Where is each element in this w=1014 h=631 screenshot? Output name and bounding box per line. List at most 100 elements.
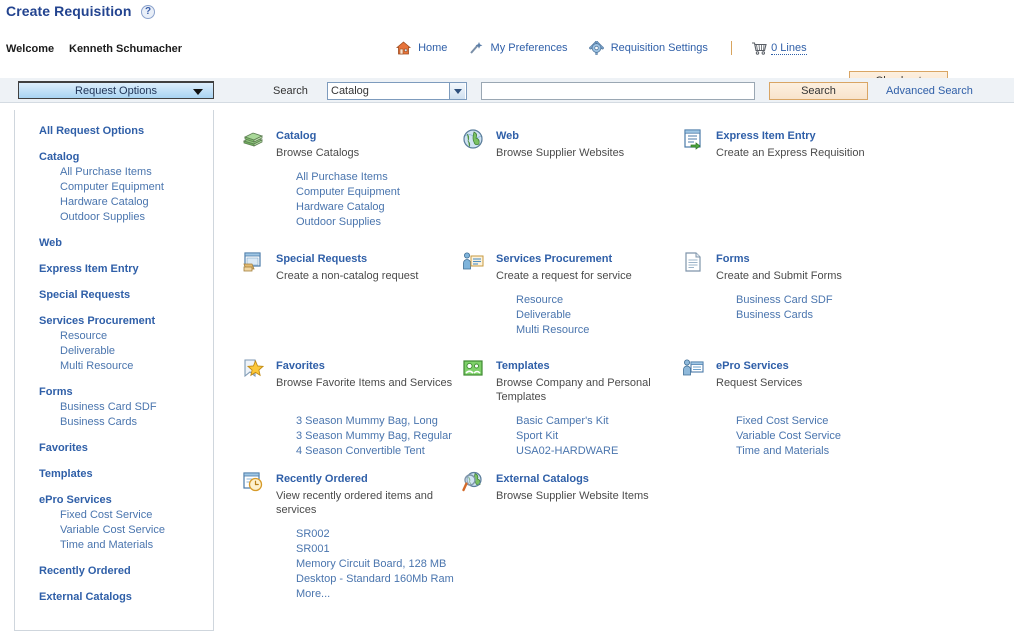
templates-icon	[462, 358, 488, 382]
sidebar-item-external-catalogs[interactable]: External Catalogs	[39, 590, 213, 605]
card-link-outdoor-supplies[interactable]: Outdoor Supplies	[296, 215, 400, 230]
welcome-bar: Welcome Kenneth Schumacher Home My Prefe…	[0, 28, 1014, 74]
welcome-user-name: Kenneth Schumacher	[69, 43, 182, 55]
requisition-settings-label: Requisition Settings	[611, 42, 708, 54]
shopping-cart-link[interactable]: 0 Lines	[751, 41, 807, 55]
sidebar-subitem-fixed-cost-service[interactable]: Fixed Cost Service	[60, 508, 213, 523]
sidebar-subitem-business-card-sdf[interactable]: Business Card SDF	[60, 400, 213, 415]
sidebar-subitem-resource[interactable]: Resource	[60, 329, 213, 344]
sidebar-subitem-computer-equipment[interactable]: Computer Equipment	[60, 180, 213, 195]
chevron-down-icon	[193, 89, 203, 95]
card-title-forms[interactable]: Forms	[716, 253, 750, 265]
sidebar-spacer	[39, 456, 213, 467]
welcome-label: Welcome	[6, 43, 54, 55]
sidebar-group-express-item-entry: Express Item Entry	[39, 262, 213, 277]
card-link-3-season-mummy-bag-long[interactable]: 3 Season Mummy Bag, Long	[296, 414, 452, 429]
sidebar-item-special-requests[interactable]: Special Requests	[39, 288, 213, 303]
sidebar-subitem-multi-resource[interactable]: Multi Resource	[60, 359, 213, 374]
toolbar-divider	[731, 41, 732, 55]
search-button[interactable]: Search	[769, 82, 868, 100]
card-links-services-procurement: ResourceDeliverableMulti Resource	[516, 293, 589, 338]
requisition-settings-link[interactable]: Requisition Settings	[589, 41, 708, 55]
recent-clock-icon	[242, 471, 268, 495]
card-link-business-card-sdf[interactable]: Business Card SDF	[736, 293, 833, 308]
card-link-more-[interactable]: More...	[296, 587, 454, 602]
sidebar-subitem-all-purchase-items[interactable]: All Purchase Items	[60, 165, 213, 180]
sidebar-item-templates[interactable]: Templates	[39, 467, 213, 482]
card-title-express-item-entry[interactable]: Express Item Entry	[716, 130, 816, 142]
home-link-label: Home	[418, 42, 447, 54]
sidebar-item-forms[interactable]: Forms	[39, 385, 213, 400]
sidebar-item-catalog[interactable]: Catalog	[39, 150, 213, 165]
card-title-epro-services[interactable]: ePro Services	[716, 360, 789, 372]
card-link-fixed-cost-service[interactable]: Fixed Cost Service	[736, 414, 841, 429]
sidebar-subitem-deliverable[interactable]: Deliverable	[60, 344, 213, 359]
services-procurement-icon	[462, 251, 488, 275]
sidebar-subitem-time-and-materials[interactable]: Time and Materials	[60, 538, 213, 553]
sidebar-group-web: Web	[39, 236, 213, 251]
sidebar-item-services-procurement[interactable]: Services Procurement	[39, 314, 213, 329]
card-description-recently-ordered: View recently ordered items and services	[276, 489, 466, 517]
request-options-tab[interactable]: Request Options	[18, 81, 214, 99]
advanced-search-link[interactable]: Advanced Search	[886, 85, 973, 97]
card-link-sr002[interactable]: SR002	[296, 527, 454, 542]
sidebar-subitem-hardware-catalog[interactable]: Hardware Catalog	[60, 195, 213, 210]
card-link-usa02-hardware[interactable]: USA02-HARDWARE	[516, 444, 618, 459]
card-link-sport-kit[interactable]: Sport Kit	[516, 429, 618, 444]
sidebar-item-favorites[interactable]: Favorites	[39, 441, 213, 456]
card-description-forms: Create and Submit Forms	[716, 269, 906, 283]
sidebar-spacer	[39, 430, 213, 441]
sidebar-item-epro-services[interactable]: ePro Services	[39, 493, 213, 508]
wand-icon	[468, 41, 483, 55]
card-link-business-cards[interactable]: Business Cards	[736, 308, 833, 323]
card-link-computer-equipment[interactable]: Computer Equipment	[296, 185, 400, 200]
sidebar-group-templates: Templates	[39, 467, 213, 482]
card-link-3-season-mummy-bag-regular[interactable]: 3 Season Mummy Bag, Regular	[296, 429, 452, 444]
card-link-sr001[interactable]: SR001	[296, 542, 454, 557]
card-link-hardware-catalog[interactable]: Hardware Catalog	[296, 200, 400, 215]
card-title-special-requests[interactable]: Special Requests	[276, 253, 367, 265]
sidebar-item-all-request-options[interactable]: All Request Options	[39, 124, 213, 139]
help-icon[interactable]: ?	[141, 5, 155, 19]
card-title-external-catalogs[interactable]: External Catalogs	[496, 473, 589, 485]
card-links-forms: Business Card SDFBusiness Cards	[736, 293, 833, 323]
card-description-epro-services: Request Services	[716, 376, 906, 390]
card-title-recently-ordered[interactable]: Recently Ordered	[276, 473, 368, 485]
sidebar-group-forms: FormsBusiness Card SDFBusiness Cards	[39, 385, 213, 430]
card-description-external-catalogs: Browse Supplier Website Items	[496, 489, 686, 503]
special-request-icon	[242, 251, 268, 275]
page-header: Create Requisition ?	[0, 0, 1014, 24]
cart-lines-label: 0 Lines	[771, 42, 806, 55]
card-link-multi-resource[interactable]: Multi Resource	[516, 323, 589, 338]
card-title-web[interactable]: Web	[496, 130, 519, 142]
card-link-all-purchase-items[interactable]: All Purchase Items	[296, 170, 400, 185]
sidebar-item-recently-ordered[interactable]: Recently Ordered	[39, 564, 213, 579]
card-link-basic-camper-s-kit[interactable]: Basic Camper's Kit	[516, 414, 618, 429]
sidebar-group-catalog: CatalogAll Purchase ItemsComputer Equipm…	[39, 150, 213, 225]
sidebar-group-recently-ordered: Recently Ordered	[39, 564, 213, 579]
search-scope-select[interactable]: Catalog	[327, 82, 467, 100]
card-title-favorites[interactable]: Favorites	[276, 360, 325, 372]
card-link-memory-circuit-board-128-mb[interactable]: Memory Circuit Board, 128 MB	[296, 557, 454, 572]
card-link-time-and-materials[interactable]: Time and Materials	[736, 444, 841, 459]
search-input[interactable]	[481, 82, 755, 100]
card-link-variable-cost-service[interactable]: Variable Cost Service	[736, 429, 841, 444]
sidebar-item-express-item-entry[interactable]: Express Item Entry	[39, 262, 213, 277]
card-link-desktop-standard-160mb-ram[interactable]: Desktop - Standard 160Mb Ram	[296, 572, 454, 587]
sidebar-spacer	[39, 374, 213, 385]
card-link-deliverable[interactable]: Deliverable	[516, 308, 589, 323]
card-title-services-procurement[interactable]: Services Procurement	[496, 253, 612, 265]
my-preferences-label: My Preferences	[491, 42, 568, 54]
sidebar-subitem-variable-cost-service[interactable]: Variable Cost Service	[60, 523, 213, 538]
card-link-4-season-convertible-tent[interactable]: 4 Season Convertible Tent	[296, 444, 452, 459]
sidebar-subitem-outdoor-supplies[interactable]: Outdoor Supplies	[60, 210, 213, 225]
card-title-catalog[interactable]: Catalog	[276, 130, 316, 142]
sidebar-subitem-business-cards[interactable]: Business Cards	[60, 415, 213, 430]
home-link[interactable]: Home	[396, 41, 447, 55]
sidebar-item-web[interactable]: Web	[39, 236, 213, 251]
card-link-resource[interactable]: Resource	[516, 293, 589, 308]
external-catalog-icon	[462, 471, 488, 495]
my-preferences-link[interactable]: My Preferences	[468, 41, 567, 55]
card-title-templates[interactable]: Templates	[496, 360, 550, 372]
sidebar-group-all-request-options: All Request Options	[39, 124, 213, 139]
